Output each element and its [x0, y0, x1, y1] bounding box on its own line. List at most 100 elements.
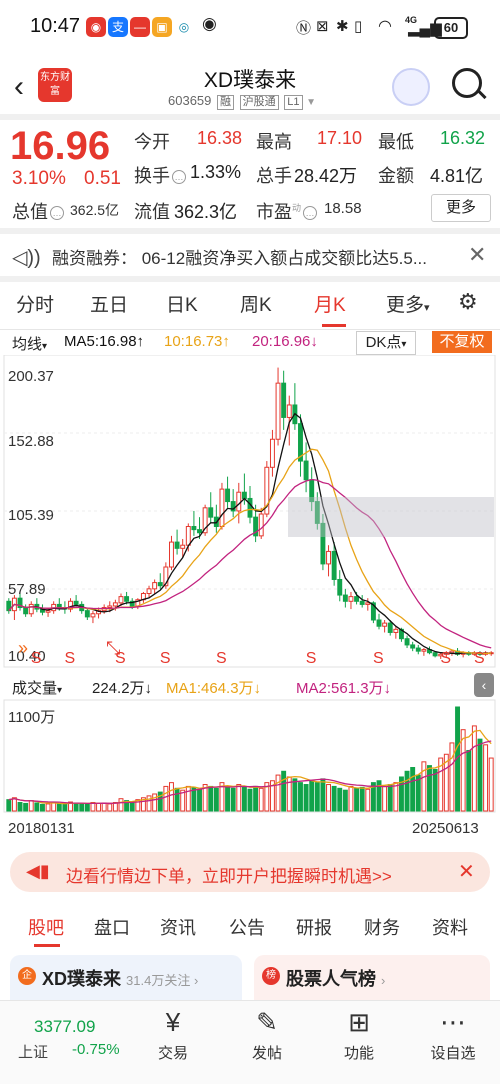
nav-post[interactable]: ✎ 发帖	[232, 1006, 302, 1063]
candle-body	[197, 529, 202, 534]
volume-bar	[460, 729, 466, 812]
total-value-label: 总值…	[12, 198, 66, 224]
volume-bar	[320, 778, 326, 812]
sell-marker: S	[65, 650, 76, 667]
divider	[0, 114, 500, 120]
ma20-value: 20:16.96↓	[252, 333, 318, 350]
pe-label: 市盈动…	[256, 198, 319, 224]
double-chevron-icon[interactable]: »	[18, 638, 28, 659]
nav-functions[interactable]: ⊞ 功能	[324, 1006, 394, 1063]
volume-bar	[275, 774, 281, 812]
tab-more[interactable]: 更多▾	[386, 290, 430, 317]
company-forum-card[interactable]: 企 XD璞泰来 31.4万关注 ›	[10, 955, 242, 1001]
info-icon[interactable]: …	[50, 206, 64, 221]
assistant-robot-icon[interactable]	[392, 68, 430, 106]
battery-indicator: 60	[434, 17, 468, 39]
volume-bar	[483, 744, 489, 812]
volume-bar	[118, 798, 124, 812]
volume-bar	[354, 787, 360, 812]
tab-weekly-k[interactable]: 周K	[240, 290, 272, 317]
volume-bar	[163, 785, 169, 812]
volume-bar	[62, 803, 68, 812]
low-value: 16.32	[440, 128, 486, 148]
more-button[interactable]: 更多	[431, 194, 491, 222]
divider	[0, 228, 500, 234]
close-icon[interactable]: ✕	[468, 242, 486, 268]
divider	[0, 276, 500, 282]
candle-body	[247, 497, 253, 518]
index-value[interactable]: 3377.09	[34, 1017, 95, 1037]
candle-body	[281, 382, 287, 418]
open-label: 今开	[134, 132, 170, 152]
volume-bar	[337, 787, 343, 812]
candle-body	[107, 605, 113, 609]
settings-gear-icon[interactable]: ⚙	[458, 289, 478, 315]
candle-body	[241, 491, 247, 499]
company-icon: 企	[18, 967, 36, 985]
dk-point-button[interactable]: DK点▾	[356, 331, 416, 355]
price-tick-label: 105.39	[8, 507, 54, 524]
amount-value: 4.81亿	[430, 166, 484, 186]
adjust-price-button[interactable]: 不复权	[432, 331, 492, 353]
volume-indicator-selector[interactable]: 成交量▾	[12, 677, 62, 698]
volume-bar	[281, 770, 287, 812]
nav-trade[interactable]: ¥ 交易	[138, 1006, 208, 1063]
app-notification-icon: ◉	[86, 17, 106, 37]
tab-daily-k[interactable]: 日K	[166, 290, 198, 317]
volume-bar	[359, 786, 365, 812]
sell-marker: S	[474, 650, 485, 667]
open-account-banner[interactable]: ◀▮ 边看行情边下单，立即开户把握瞬时机遇>> ✕	[10, 852, 490, 892]
vol-ma2-value: MA2:561.3万↓	[296, 680, 392, 697]
more-dots-icon: ⋯	[440, 1007, 466, 1037]
candle-body	[169, 541, 174, 568]
price-tick-label: 200.37	[8, 368, 54, 385]
index-label[interactable]: 上证	[18, 1041, 48, 1062]
yen-coin-icon: ¥	[165, 1007, 181, 1037]
candle-body	[112, 602, 118, 607]
tab-research[interactable]: 研报	[296, 914, 332, 940]
turnover-label: 换手…	[134, 162, 188, 188]
volume-bar	[404, 770, 410, 812]
info-icon[interactable]: …	[172, 170, 186, 185]
info-icon[interactable]: …	[303, 206, 318, 221]
candle-body	[185, 526, 191, 546]
close-icon[interactable]: ✕	[458, 859, 475, 884]
tab-profile[interactable]: 资料	[432, 914, 468, 940]
news-text[interactable]: 融资融券： 06-12融资净买入额占成交额比达5.5...	[52, 244, 427, 269]
tab-orderbook[interactable]: 盘口	[94, 914, 130, 940]
volume-bar	[421, 761, 427, 812]
candle-body	[421, 649, 427, 652]
end-date: 20250613	[412, 820, 479, 837]
float-value-label: 流值	[134, 202, 170, 222]
stock-code-row: 603659 融 沪股通 L1 ▼	[168, 93, 316, 110]
sell-marker: S	[306, 650, 317, 667]
tab-timeshare[interactable]: 分时	[16, 290, 54, 317]
candle-body	[354, 596, 360, 602]
volume-bar	[292, 778, 298, 812]
kline-chart[interactable]: 200.37152.88105.3957.8910.40 SSSSSSSSS	[0, 355, 500, 835]
banner-text[interactable]: 边看行情边下单，立即开户把握瞬时机遇>>	[66, 862, 392, 887]
tab-forum[interactable]: 股吧	[28, 914, 64, 940]
ma-type-selector[interactable]: 均线▾	[12, 333, 47, 354]
nav-add-watchlist[interactable]: ⋯ 设自选	[418, 1006, 488, 1063]
tab-monthly-k[interactable]: 月K	[314, 290, 346, 317]
high-label: 最高	[256, 132, 292, 152]
search-icon[interactable]	[452, 68, 482, 98]
candle-body	[180, 544, 186, 549]
volume-bar	[236, 784, 242, 812]
expand-icon[interactable]: ⤡	[106, 638, 120, 659]
candle-body	[404, 638, 410, 646]
chevron-down-icon[interactable]: ▼	[306, 97, 316, 108]
collapse-arrow-icon[interactable]: ‹	[474, 673, 494, 697]
tab-announcements[interactable]: 公告	[229, 914, 265, 940]
tab-news[interactable]: 资讯	[160, 914, 196, 940]
volume-label: 总手	[256, 166, 292, 186]
tab-financials[interactable]: 财务	[364, 914, 400, 940]
volume-bar	[331, 785, 337, 812]
volume-bar	[348, 785, 354, 812]
tab-five-day[interactable]: 五日	[90, 290, 128, 317]
popularity-rank-card[interactable]: 榜 股票人气榜 ›	[254, 955, 490, 1001]
index-percent[interactable]: -0.75%	[72, 1041, 120, 1058]
candle-body	[376, 619, 382, 627]
volume-bar	[382, 785, 388, 812]
